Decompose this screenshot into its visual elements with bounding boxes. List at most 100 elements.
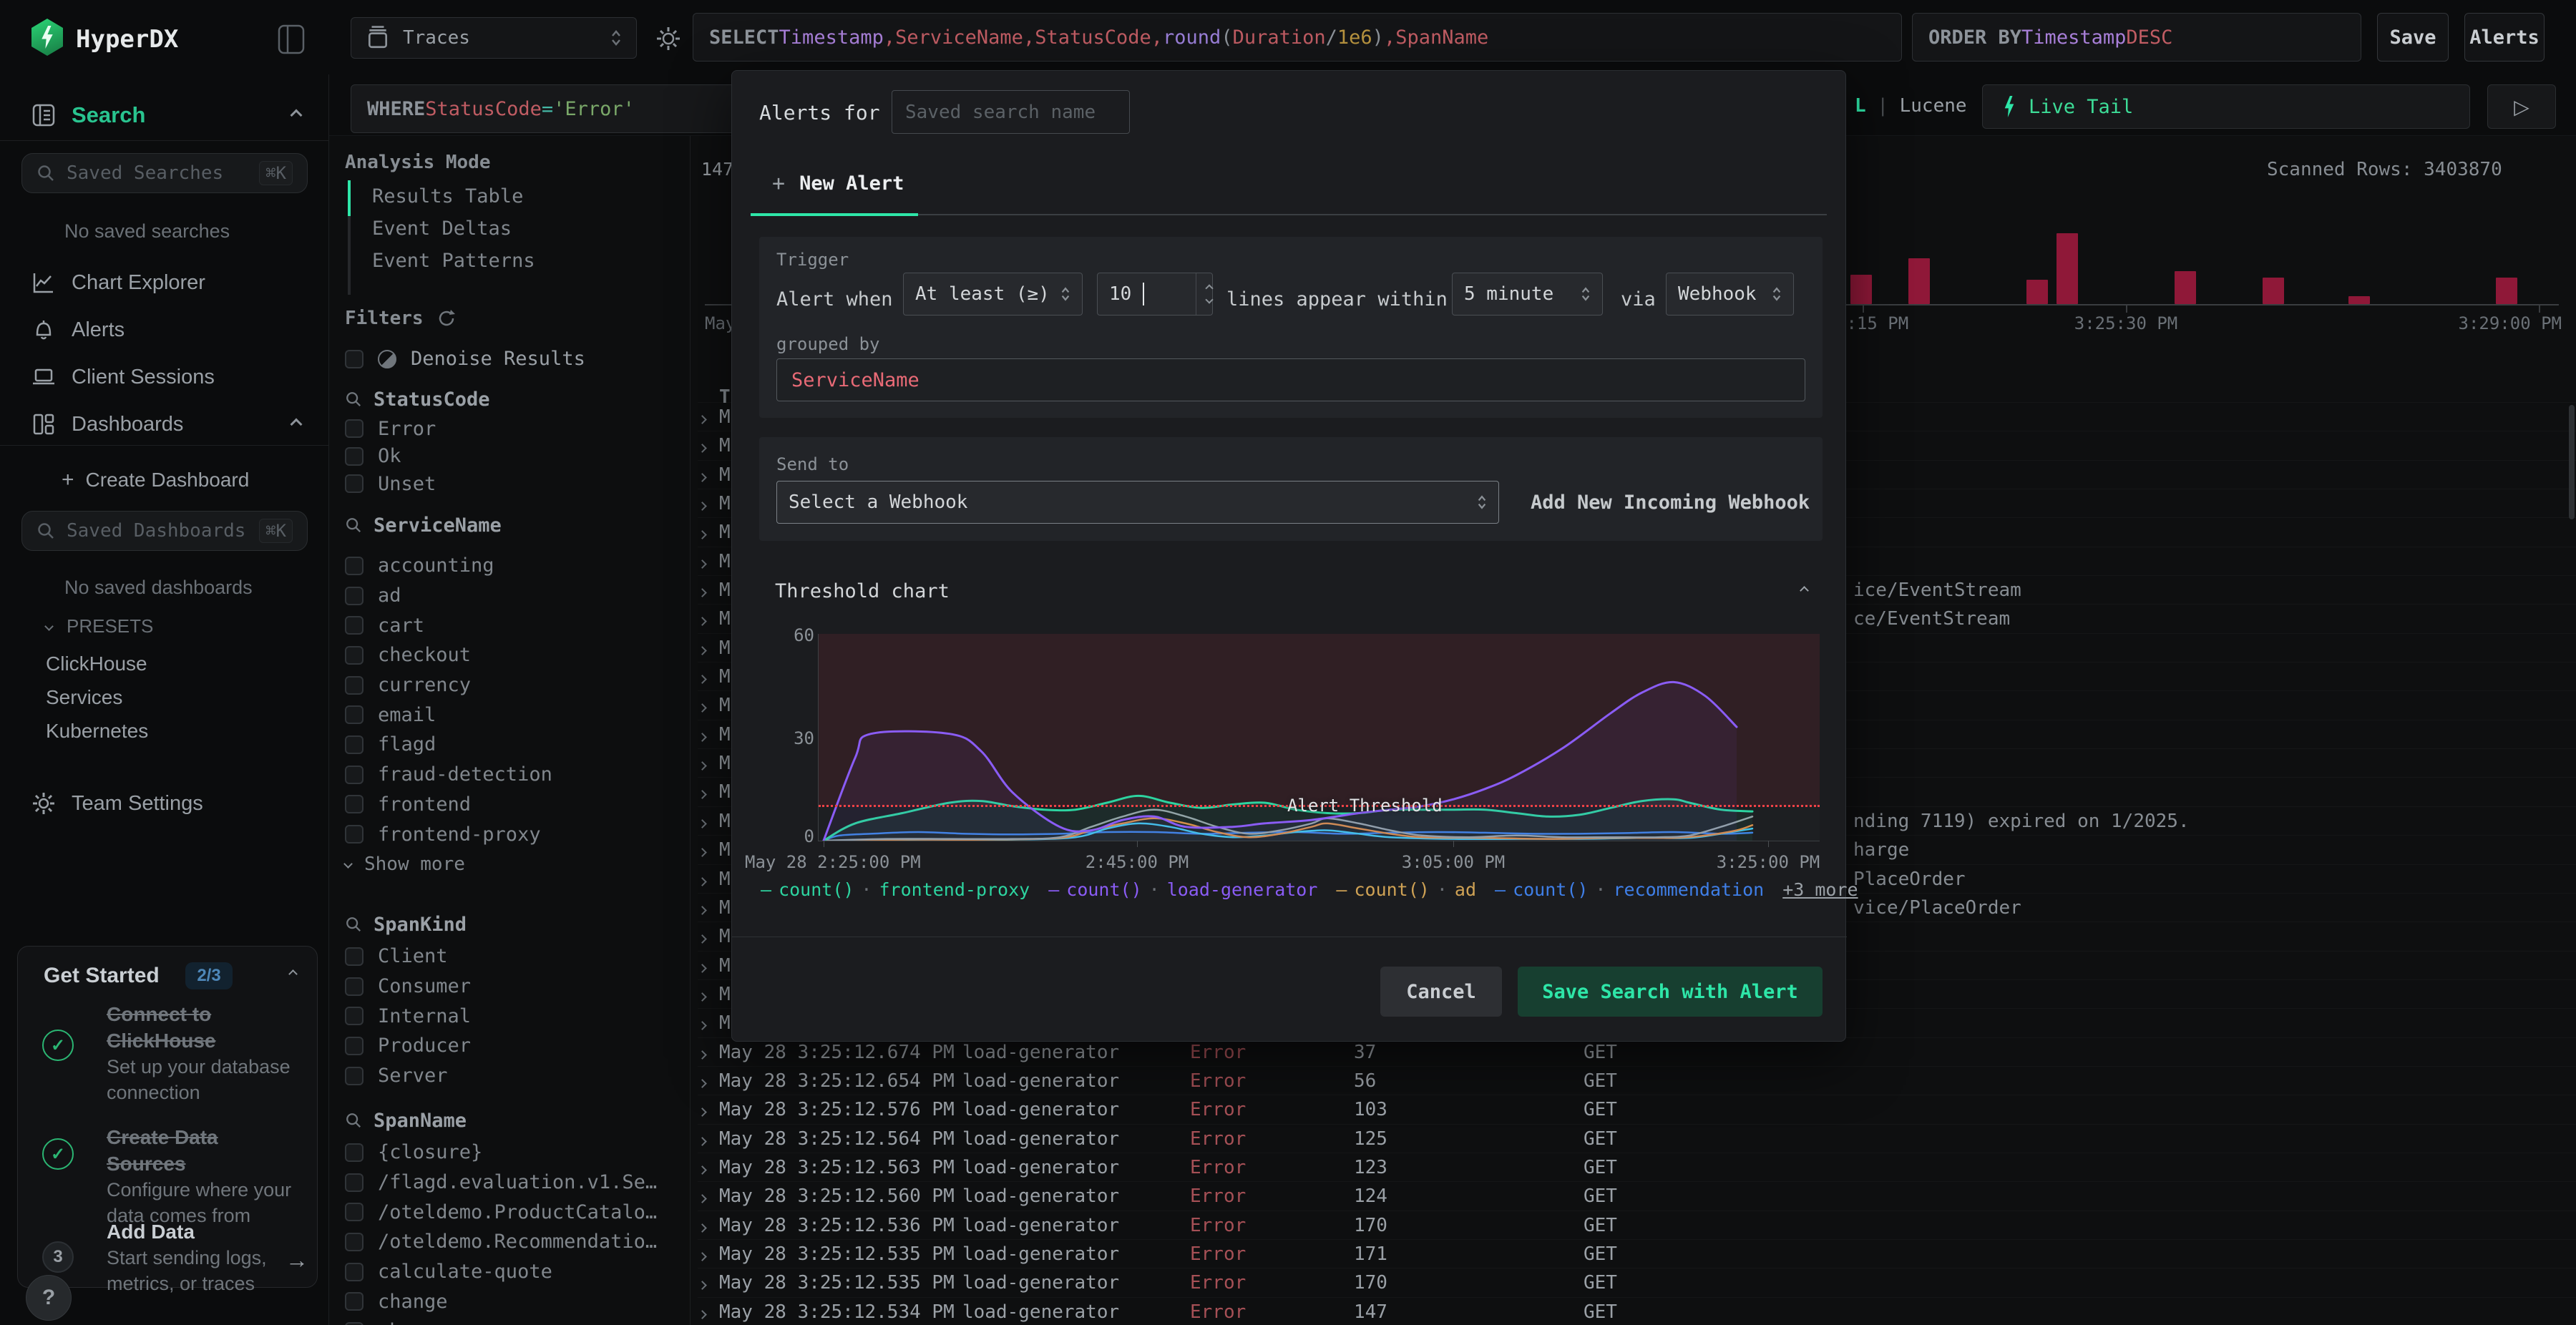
checkbox[interactable] bbox=[345, 795, 364, 814]
preset-dashboard-item[interactable]: Kubernetes bbox=[46, 714, 303, 748]
row-expander-icon[interactable] bbox=[698, 807, 707, 836]
filter-option[interactable]: change bbox=[345, 1286, 681, 1316]
checkbox[interactable] bbox=[345, 1143, 364, 1162]
help-button[interactable]: ? bbox=[26, 1275, 72, 1321]
filter-option[interactable]: /oteldemo.ProductCatalo… bbox=[345, 1197, 681, 1227]
filter-option[interactable]: accounting bbox=[345, 551, 681, 581]
checkbox[interactable] bbox=[345, 616, 364, 635]
checkbox[interactable] bbox=[345, 947, 364, 966]
row-expander-icon[interactable] bbox=[698, 1067, 707, 1095]
histogram-bar[interactable] bbox=[2026, 280, 2048, 304]
filter-option[interactable]: checkout bbox=[345, 640, 681, 670]
filter-option[interactable]: flagd bbox=[345, 730, 681, 760]
row-expander-icon[interactable] bbox=[698, 662, 707, 691]
row-expander-icon[interactable] bbox=[698, 403, 707, 431]
checkbox[interactable] bbox=[345, 586, 364, 605]
checkbox[interactable] bbox=[345, 1036, 364, 1055]
table-row[interactable]: May 28 3:25:12.534 PM load-generator Err… bbox=[698, 1297, 2576, 1325]
histogram-bar[interactable] bbox=[1850, 275, 1872, 304]
save-search-with-alert-button[interactable]: Save Search with Alert bbox=[1518, 967, 1823, 1017]
table-row[interactable]: May 28 3:25:12.654 PM load-generator Err… bbox=[698, 1066, 2576, 1095]
tab-new-alert[interactable]: + New Alert bbox=[772, 171, 904, 196]
checkbox[interactable] bbox=[345, 1173, 364, 1192]
filter-option[interactable]: Server bbox=[345, 1061, 681, 1091]
table-row[interactable]: May 28 3:25:12.563 PM load-generator Err… bbox=[698, 1153, 2576, 1181]
histogram-bar[interactable] bbox=[2348, 296, 2370, 304]
row-expander-icon[interactable] bbox=[698, 865, 707, 894]
threshold-chart-plot[interactable]: Alert Threshold bbox=[819, 634, 1820, 841]
filter-option[interactable]: charge bbox=[345, 1316, 681, 1325]
collapse-chart-chevron-icon[interactable] bbox=[1800, 586, 1809, 595]
table-row[interactable]: May 28 3:25:12.536 PM load-generator Err… bbox=[698, 1211, 2576, 1239]
row-expander-icon[interactable] bbox=[698, 634, 707, 662]
checkbox[interactable] bbox=[345, 1066, 364, 1085]
filter-option[interactable]: frontend bbox=[345, 790, 681, 820]
checkbox[interactable] bbox=[345, 349, 364, 368]
histogram-bar[interactable] bbox=[2057, 233, 2078, 304]
sidebar-item-team-settings[interactable]: Team Settings bbox=[0, 780, 329, 827]
preset-dashboard-item[interactable]: ClickHouse bbox=[46, 647, 303, 680]
filter-option[interactable]: fraud-detection bbox=[345, 760, 681, 790]
row-expander-icon[interactable] bbox=[698, 922, 707, 951]
checkbox[interactable] bbox=[345, 825, 364, 844]
row-expander-icon[interactable] bbox=[698, 1125, 707, 1153]
row-expander-icon[interactable] bbox=[698, 461, 707, 489]
preset-dashboard-item[interactable]: Services bbox=[46, 680, 303, 714]
row-expander-icon[interactable] bbox=[698, 431, 707, 460]
row-expander-icon[interactable] bbox=[698, 1268, 707, 1297]
saved-dashboards-input[interactable]: Saved Dashboards ⌘K bbox=[21, 511, 308, 551]
interval-select[interactable]: 5 minute bbox=[1452, 273, 1603, 316]
histogram-bar[interactable] bbox=[1908, 258, 1930, 304]
row-expander-icon[interactable] bbox=[698, 489, 707, 518]
histogram-bar[interactable] bbox=[2263, 278, 2284, 304]
row-expander-icon[interactable] bbox=[698, 1009, 707, 1037]
legend-item[interactable]: — count() · frontend-proxy bbox=[761, 879, 1030, 900]
scrollbar[interactable] bbox=[2569, 405, 2575, 519]
add-webhook-button[interactable]: Add New Incoming Webhook bbox=[1531, 492, 1810, 514]
cancel-button[interactable]: Cancel bbox=[1380, 967, 1502, 1017]
row-expander-icon[interactable] bbox=[698, 1211, 707, 1240]
histogram-bar[interactable] bbox=[2175, 271, 2196, 304]
sidebar-item-client-sessions[interactable]: Client Sessions bbox=[0, 353, 329, 401]
create-dashboard-button[interactable]: + Create Dashboard bbox=[0, 456, 329, 504]
row-expander-icon[interactable] bbox=[698, 547, 707, 576]
search-icon[interactable] bbox=[345, 916, 362, 933]
row-expander-icon[interactable] bbox=[698, 836, 707, 864]
checkbox[interactable] bbox=[345, 705, 364, 725]
filter-option[interactable]: Client bbox=[345, 942, 681, 972]
filter-option[interactable]: Unset bbox=[345, 470, 681, 498]
filter-option[interactable]: frontend-proxy bbox=[345, 819, 681, 849]
row-expander-icon[interactable] bbox=[698, 1182, 707, 1211]
row-expander-icon[interactable] bbox=[698, 952, 707, 980]
row-expander-icon[interactable] bbox=[698, 980, 707, 1009]
saved-search-name-input[interactable] bbox=[892, 90, 1130, 134]
row-expander-icon[interactable] bbox=[698, 576, 707, 605]
checkbox[interactable] bbox=[345, 556, 364, 575]
filter-option[interactable]: currency bbox=[345, 670, 681, 700]
arrow-right-icon[interactable]: → bbox=[286, 1247, 308, 1273]
row-expander-icon[interactable] bbox=[698, 691, 707, 720]
filter-option[interactable]: /flagd.evaluation.v1.Se… bbox=[345, 1168, 681, 1198]
legend-item[interactable]: — count() · load-generator bbox=[1048, 879, 1317, 900]
filter-option[interactable]: Internal bbox=[345, 1001, 681, 1031]
sidebar-item-alerts[interactable]: Alerts bbox=[0, 306, 329, 353]
checkbox[interactable] bbox=[345, 1232, 364, 1251]
table-row[interactable]: May 28 3:25:12.535 PM load-generator Err… bbox=[698, 1239, 2576, 1268]
checkbox[interactable] bbox=[345, 675, 364, 695]
table-row[interactable]: May 28 3:25:12.560 PM load-generator Err… bbox=[698, 1181, 2576, 1210]
histogram-bar[interactable] bbox=[2496, 278, 2517, 304]
row-expander-icon[interactable] bbox=[698, 605, 707, 633]
show-more-button[interactable]: Show more bbox=[343, 849, 681, 879]
filter-option[interactable]: Producer bbox=[345, 1031, 681, 1061]
row-expander-icon[interactable] bbox=[698, 1153, 707, 1182]
get-started-step-2[interactable]: Create Data Sources Configure where your… bbox=[107, 1124, 297, 1228]
row-expander-icon[interactable] bbox=[698, 1038, 707, 1067]
checkbox[interactable] bbox=[345, 1321, 364, 1325]
search-icon[interactable] bbox=[345, 1112, 362, 1129]
sidebar-item-dashboards[interactable]: Dashboards bbox=[0, 401, 329, 448]
legend-more-link[interactable]: +3 more bbox=[1782, 879, 1858, 900]
stepper-down-icon[interactable] bbox=[1205, 295, 1214, 304]
row-expander-icon[interactable] bbox=[698, 1095, 707, 1124]
get-started-step-3[interactable]: Add Data Start sending logs, metrics, or… bbox=[107, 1218, 283, 1296]
webhook-select[interactable]: Select a Webhook bbox=[776, 481, 1499, 524]
